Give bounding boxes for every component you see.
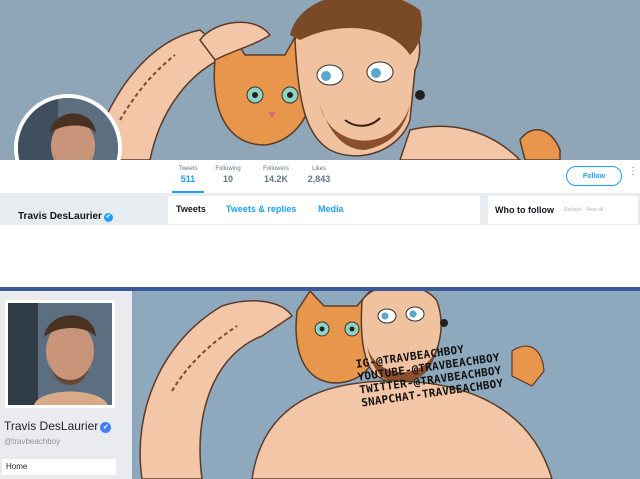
follow-button[interactable]: Follow <box>566 166 622 186</box>
stat-following[interactable]: Following 10 <box>210 165 246 186</box>
twitter-timeline-tabs: Tweets Tweets & replies Media <box>168 196 480 224</box>
stat-value: 14.2K <box>263 174 289 184</box>
facebook-profile-picture[interactable] <box>5 300 115 408</box>
twitter-profile-name-row: Travis DesLaurier ✔ <box>18 211 113 222</box>
twitter-blank-area <box>0 225 640 287</box>
stat-value: 10 <box>222 174 233 184</box>
avatar-photo <box>8 303 112 405</box>
stat-label: Likes <box>311 166 326 172</box>
tab-tweets-replies[interactable]: Tweets & replies <box>226 204 296 214</box>
stat-likes[interactable]: Likes 2,843 <box>304 165 334 186</box>
stat-label: Followers <box>263 166 289 172</box>
facebook-left-column: Travis DesLaurier ✔ @travbeachboy Home <box>0 291 124 479</box>
who-to-follow-links[interactable]: Refresh · View all <box>564 207 603 213</box>
more-options-icon[interactable]: ⋮ <box>628 166 638 177</box>
facebook-profile-name[interactable]: Travis DesLaurier <box>4 419 98 433</box>
stat-value: 2,843 <box>307 174 331 184</box>
twitter-profile-name[interactable]: Travis DesLaurier <box>18 211 102 222</box>
who-to-follow-panel: Who to follow Refresh · View all <box>488 196 638 224</box>
stat-followers[interactable]: Followers 14.2K <box>256 165 296 186</box>
tab-tweets[interactable]: Tweets <box>176 204 206 214</box>
stat-label: Following <box>215 166 241 172</box>
stat-tweets[interactable]: Tweets 511 <box>172 165 204 193</box>
verified-badge-icon: ✔ <box>103 213 113 222</box>
stat-value: 511 <box>180 174 196 184</box>
verified-badge-icon: ✔ <box>100 422 112 433</box>
who-to-follow-title: Who to follow <box>495 205 554 215</box>
facebook-handle[interactable]: @travbeachboy <box>4 437 60 446</box>
twitter-profile-nav: Tweets 511 Following 10 Followers 14.2K … <box>0 160 640 194</box>
nav-home[interactable]: Home <box>2 459 116 475</box>
facebook-profile: Travis DesLaurier ✔ @travbeachboy Home I… <box>0 291 640 479</box>
twitter-profile: Tweets 511 Following 10 Followers 14.2K … <box>0 0 640 287</box>
facebook-profile-name-row: Travis DesLaurier ✔ <box>4 419 112 433</box>
tab-media[interactable]: Media <box>318 204 344 214</box>
stat-label: Tweets <box>178 166 198 172</box>
